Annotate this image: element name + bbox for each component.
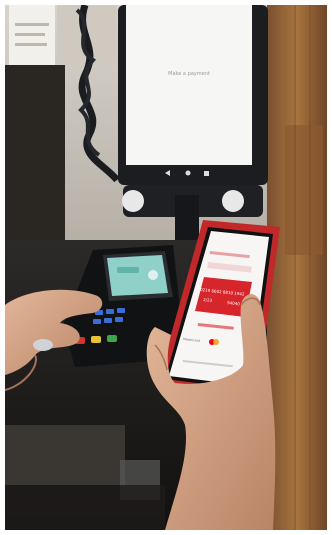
ring <box>33 339 53 351</box>
mastercard-circle-right <box>213 339 219 345</box>
monitor-screen <box>126 5 252 165</box>
terminal-screen <box>107 255 168 296</box>
photo: Make a payment 0219 6602 8810 1942 2/23 … <box>5 5 327 530</box>
stand-knob-left <box>122 190 144 212</box>
scene: Make a payment 0219 6602 8810 1942 2/23 … <box>5 5 327 530</box>
wood-floor <box>267 5 327 530</box>
card-expiry: 2/23 <box>203 297 213 303</box>
stand-knob-right <box>222 190 244 212</box>
clear-key <box>91 336 101 343</box>
counter-edge <box>5 425 125 485</box>
monitor-message: Make a payment <box>168 71 210 77</box>
enter-key <box>107 335 117 342</box>
photo-frame: Make a payment 0219 6602 8810 1942 2/23 … <box>0 0 332 535</box>
paper-note <box>9 5 55 75</box>
wood-panel <box>285 125 323 255</box>
